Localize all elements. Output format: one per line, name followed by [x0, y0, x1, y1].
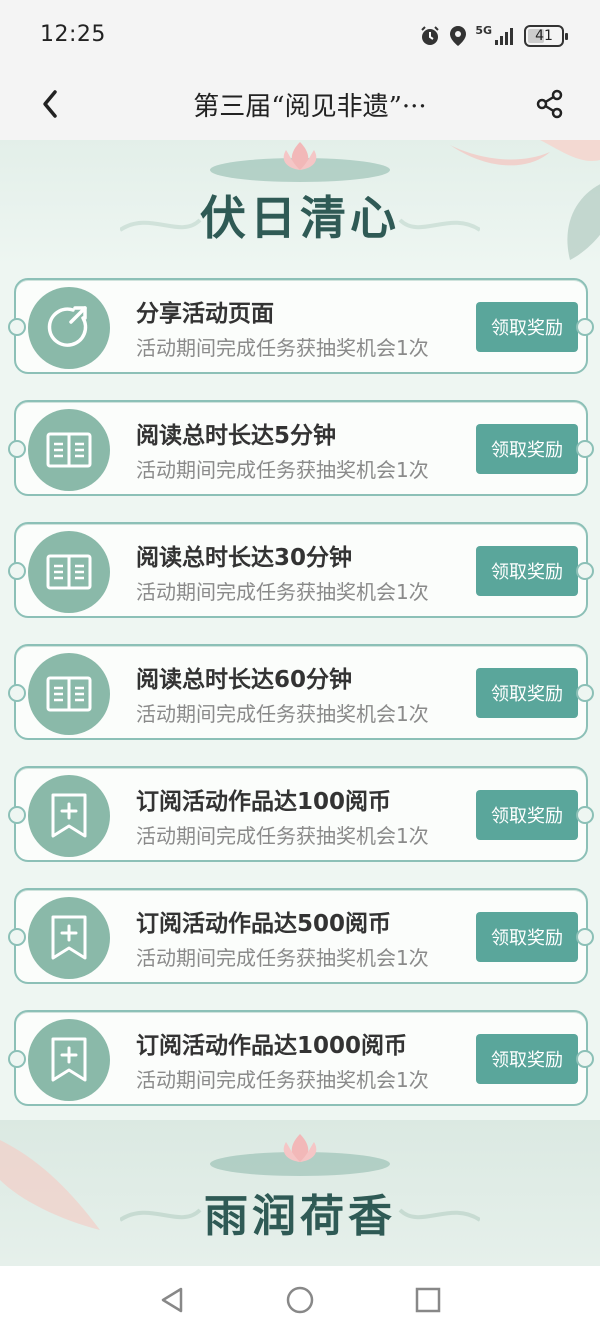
system-nav-bar: [0, 1266, 600, 1332]
square-recents-icon: [415, 1287, 441, 1313]
bookmark-plus-icon: [51, 915, 87, 960]
banner-bottom: 雨润荷香: [0, 1120, 600, 1266]
banner-bottom-title: 雨润荷香: [204, 1191, 396, 1242]
claim-reward-button[interactable]: 领取奖励: [476, 1034, 578, 1084]
nav-bar: 第三届“阅见非遗”···: [0, 70, 600, 140]
task-title: 阅读总时长达5分钟: [136, 423, 337, 449]
back-button[interactable]: [30, 84, 70, 124]
lotus-flower-decoration: [210, 1134, 390, 1176]
task-title: 阅读总时长达30分钟: [136, 545, 353, 571]
circle-home-icon: [286, 1286, 314, 1314]
task-card: 阅读总时长达60分钟 活动期间完成任务获抽奖机会1次 领取奖励: [8, 644, 594, 740]
task-card: 阅读总时长达5分钟 活动期间完成任务获抽奖机会1次 领取奖励: [8, 400, 594, 496]
share-circle-icon: [47, 306, 88, 347]
bookmark-plus-icon: [51, 793, 87, 838]
page-title: 第三届“阅见非遗”···: [193, 92, 427, 122]
task-title: 订阅活动作品达100阅币: [136, 789, 392, 815]
task-title: 订阅活动作品达1000阅币: [136, 1033, 408, 1059]
content-area[interactable]: 伏日清心 分享活动页面 活动期间完成任务获抽奖机会1次 领取奖励 阅读总时长达5…: [0, 140, 600, 1266]
claim-reward-button[interactable]: 领取奖励: [476, 302, 578, 352]
task-icon-circle: [28, 409, 110, 491]
task-card: 订阅活动作品达1000阅币 活动期间完成任务获抽奖机会1次 领取奖励: [8, 1010, 594, 1106]
task-card: 分享活动页面 活动期间完成任务获抽奖机会1次 领取奖励: [8, 278, 594, 374]
task-desc: 活动期间完成任务获抽奖机会1次: [136, 702, 429, 726]
claim-reward-button[interactable]: 领取奖励: [476, 668, 578, 718]
banner-top-title: 伏日清心: [200, 191, 400, 245]
task-desc: 活动期间完成任务获抽奖机会1次: [136, 824, 429, 848]
task-desc: 活动期间完成任务获抽奖机会1次: [136, 458, 429, 482]
share-icon: [536, 89, 563, 119]
task-icon-circle: [28, 653, 110, 735]
signal-icon: [495, 28, 513, 45]
sys-recents-button[interactable]: [412, 1284, 444, 1316]
task-title: 分享活动页面: [136, 301, 274, 327]
status-time: 12:25: [40, 22, 106, 47]
task-title: 订阅活动作品达500阅币: [136, 911, 392, 937]
task-icon-circle: [28, 287, 110, 369]
alarm-icon: [421, 26, 440, 45]
task-icon-circle: [28, 897, 110, 979]
claim-reward-button[interactable]: 领取奖励: [476, 912, 578, 962]
sys-home-button[interactable]: [284, 1284, 316, 1316]
task-desc: 活动期间完成任务获抽奖机会1次: [136, 1068, 429, 1092]
task-card: 订阅活动作品达500阅币 活动期间完成任务获抽奖机会1次 领取奖励: [8, 888, 594, 984]
battery-icon: 41: [524, 25, 568, 47]
book-icon: [46, 554, 92, 590]
task-card: 阅读总时长达30分钟 活动期间完成任务获抽奖机会1次 领取奖励: [8, 522, 594, 618]
banner-top: 伏日清心: [0, 140, 600, 268]
location-icon: [450, 26, 467, 46]
task-desc: 活动期间完成任务获抽奖机会1次: [136, 946, 429, 970]
claim-reward-button[interactable]: 领取奖励: [476, 546, 578, 596]
status-icons: 5G 41: [419, 22, 568, 50]
sys-back-button[interactable]: [156, 1284, 188, 1316]
battery-level: 41: [535, 28, 553, 44]
task-icon-circle: [28, 775, 110, 857]
share-button[interactable]: [530, 84, 570, 124]
claim-reward-button[interactable]: 领取奖励: [476, 424, 578, 474]
book-icon: [46, 676, 92, 712]
task-desc: 活动期间完成任务获抽奖机会1次: [136, 580, 429, 604]
status-bar: 12:25 5G 41: [0, 0, 600, 70]
task-icon-circle: [28, 531, 110, 613]
task-card: 订阅活动作品达100阅币 活动期间完成任务获抽奖机会1次 领取奖励: [8, 766, 594, 862]
triangle-back-icon: [161, 1287, 183, 1313]
claim-reward-button[interactable]: 领取奖励: [476, 790, 578, 840]
task-desc: 活动期间完成任务获抽奖机会1次: [136, 336, 429, 360]
chevron-left-icon: [43, 90, 57, 118]
bookmark-plus-icon: [51, 1037, 87, 1082]
network-label: 5G: [475, 23, 492, 37]
task-icon-circle: [28, 1019, 110, 1101]
book-icon: [46, 432, 92, 468]
task-title: 阅读总时长达60分钟: [136, 667, 353, 693]
